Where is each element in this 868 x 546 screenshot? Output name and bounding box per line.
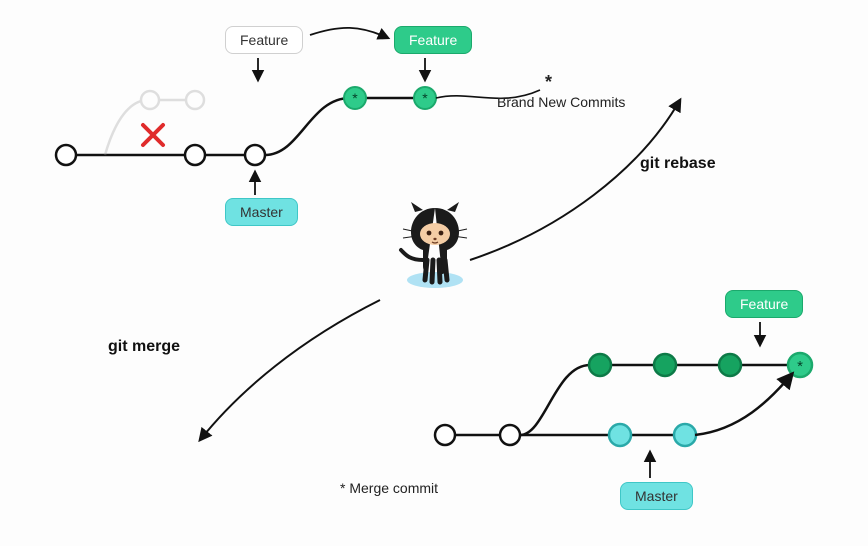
rebased-commit: * xyxy=(414,87,436,109)
commit-node xyxy=(674,424,696,446)
merge-commit-note: * Merge commit xyxy=(340,480,438,496)
sweep-rebase xyxy=(470,100,680,260)
merge-commit: * xyxy=(788,353,812,377)
rebased-commit: * xyxy=(344,87,366,109)
commit-node xyxy=(435,425,455,445)
feature-pill-old: Feature xyxy=(225,26,303,54)
feature-commit xyxy=(589,354,611,376)
master-pill-bottom: Master xyxy=(620,482,693,510)
feature-pill-new: Feature xyxy=(394,26,472,54)
master-pill-top: Master xyxy=(225,198,298,226)
commit-node xyxy=(56,145,76,165)
brand-new-commits-label: Brand New Commits xyxy=(497,94,625,110)
svg-text:*: * xyxy=(352,90,358,106)
commit-node xyxy=(500,425,520,445)
merge-graph: * xyxy=(0,280,868,546)
commit-node xyxy=(185,145,205,165)
star-symbol: * xyxy=(545,72,552,93)
sweep-merge xyxy=(200,300,380,440)
commit-node xyxy=(245,145,265,165)
arrow-feature-move xyxy=(310,28,388,38)
feature-commit xyxy=(654,354,676,376)
cmd-merge: git merge xyxy=(108,338,180,356)
cmd-rebase: git rebase xyxy=(640,155,716,173)
delete-icon xyxy=(143,125,163,145)
feature-pill-bottom: Feature xyxy=(725,290,803,318)
svg-text:*: * xyxy=(797,358,803,375)
svg-text:*: * xyxy=(422,90,428,106)
feature-commit xyxy=(719,354,741,376)
commit-node xyxy=(609,424,631,446)
